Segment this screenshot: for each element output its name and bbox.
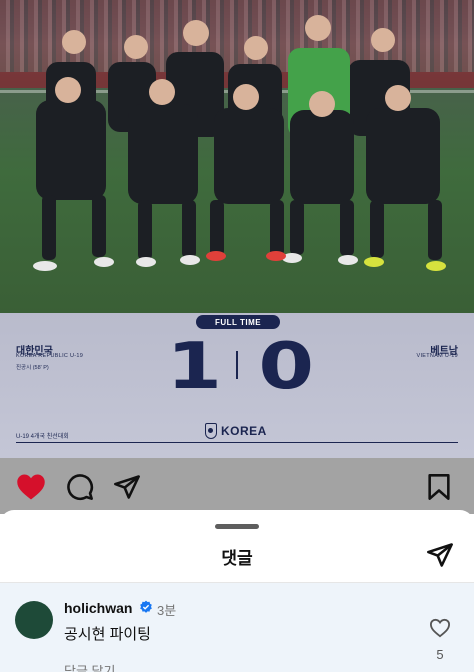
scoreboard: FULL TIME 대한민국 KOREA REPUBLIC U-19 진공시 (… [0, 313, 474, 458]
home-team-subtitle: KOREA REPUBLIC U-19 [16, 353, 84, 359]
team-photo [0, 0, 474, 313]
reply-button[interactable]: 답글 달기 [64, 661, 115, 672]
avatar[interactable] [15, 601, 53, 639]
players-group [33, 15, 446, 271]
comment-like-count: 5 [436, 647, 444, 662]
kfa-logo-text: KOREA [221, 424, 267, 438]
sheet-title: 댓글 [221, 549, 253, 568]
sheet-grabber[interactable] [215, 524, 259, 529]
kfa-emblem-icon [205, 423, 217, 439]
heart-filled-icon[interactable] [16, 472, 46, 502]
comment-text: 공시현 파이팅 [64, 626, 151, 643]
full-time-badge: FULL TIME [196, 315, 280, 329]
heart-outline-icon[interactable] [428, 616, 452, 640]
post-image[interactable]: FULL TIME 대한민국 KOREA REPUBLIC U-19 진공시 (… [0, 0, 474, 458]
send-icon[interactable] [112, 472, 142, 502]
comments-sheet: 댓글 holichwan 3분 공시현 파이팅 답글 달기 5 [0, 510, 474, 672]
away-team-subtitle: VIETNAM U-19 [416, 353, 458, 359]
away-score: 0 [258, 330, 315, 404]
goal-scorer: 진공시 (58' P) [16, 365, 49, 371]
send-icon[interactable] [426, 541, 454, 569]
tournament-name: U-19 4개국 친선대회 [16, 434, 69, 440]
comment-username[interactable]: holichwan [64, 600, 132, 616]
score-divider [236, 351, 238, 379]
comment-time: 3분 [157, 603, 177, 618]
bookmark-icon[interactable] [424, 472, 454, 502]
verified-badge-icon [140, 600, 152, 613]
home-score: 1 [166, 330, 223, 404]
post-action-bar [0, 458, 474, 514]
comment-icon[interactable] [65, 472, 95, 502]
kfa-logo: KOREA [205, 423, 267, 439]
comment-item: holichwan 3분 공시현 파이팅 답글 달기 5 [0, 583, 474, 672]
scoreboard-rule [16, 442, 458, 443]
